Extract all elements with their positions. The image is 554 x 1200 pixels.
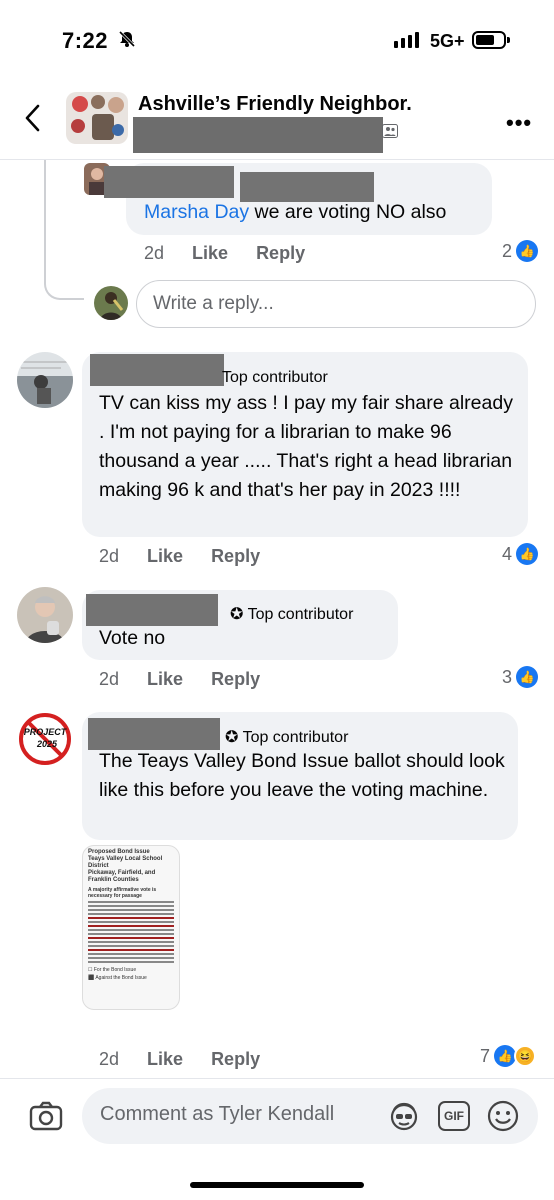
ballot-title: Proposed Bond Issue	[88, 849, 150, 855]
emoji-button[interactable]	[486, 1099, 520, 1138]
thread-line	[44, 160, 84, 300]
like-icon: 👍	[516, 543, 539, 565]
mention-link[interactable]: Marsha Day	[144, 201, 249, 223]
group-avatar[interactable]	[66, 92, 128, 144]
reaction-count[interactable]: 7 👍 😆	[480, 1045, 537, 1067]
reply-button[interactable]: Reply	[211, 669, 260, 689]
reaction-number: 3	[502, 666, 513, 687]
avatar[interactable]	[17, 587, 73, 643]
chevron-left-icon	[25, 104, 40, 132]
contributor-icon: ✪	[225, 729, 239, 746]
comment-actions: 2d Like Reply	[99, 669, 288, 690]
comment-placeholder: Comment as Tyler Kendall	[100, 1103, 335, 1125]
reply-button[interactable]: Reply	[211, 1049, 260, 1069]
ballot-majority: A majority affirmative vote is necessary…	[88, 887, 157, 899]
camera-icon	[29, 1101, 63, 1131]
reply-input[interactable]: Write a reply...	[136, 280, 536, 328]
reply-button[interactable]: Reply	[211, 546, 260, 566]
people-icon	[382, 124, 398, 141]
status-bar: 7:22 5G+	[0, 0, 554, 80]
smiley-icon	[487, 1100, 519, 1132]
group-title[interactable]: Ashville’s Friendly Neighbor.	[138, 93, 412, 116]
haha-icon: 😆	[514, 1045, 537, 1067]
reply-text: Marsha Day we are voting NO also	[144, 201, 447, 223]
ballot-image[interactable]: Proposed Bond Issue Teays Valley Local S…	[82, 845, 180, 1010]
reaction-count[interactable]: 4 👍	[502, 543, 539, 565]
top-contributor-badge: ✪ Top contributor	[225, 729, 349, 746]
like-icon: 👍	[516, 666, 539, 688]
redacted-subtitle	[133, 117, 383, 153]
avatar[interactable]	[17, 352, 73, 408]
reaction-number: 7	[480, 1045, 491, 1066]
gif-button[interactable]: GIF	[438, 1101, 470, 1131]
timestamp: 2d	[99, 1049, 120, 1069]
reply-button[interactable]: Reply	[256, 243, 305, 263]
signal-icon	[394, 32, 419, 48]
top-contributor-badge: ✪ Top contributor	[230, 606, 354, 623]
avatar-sticker-button[interactable]	[388, 1100, 420, 1137]
muted-bell-icon	[118, 30, 136, 53]
timestamp: 2d	[99, 546, 120, 566]
like-button[interactable]: Like	[147, 546, 183, 566]
comment-actions: 2d Like Reply	[99, 546, 288, 567]
like-icon: 👍	[494, 1045, 517, 1067]
redacted-name	[86, 594, 218, 626]
clock: 7:22	[62, 28, 109, 53]
reaction-number: 4	[502, 543, 513, 564]
more-options-button[interactable]: •••	[506, 110, 532, 136]
comment-text: TV can kiss my ass ! I pay my fair share…	[99, 392, 513, 501]
back-button[interactable]	[18, 98, 48, 138]
my-avatar	[94, 286, 128, 320]
timestamp: 2d	[144, 243, 165, 263]
redacted-name	[90, 354, 224, 386]
ballot-counties: Pickaway, Fairfield, and Franklin Counti…	[88, 870, 156, 883]
like-button[interactable]: Like	[147, 669, 183, 689]
avatar-sticker-icon	[390, 1102, 418, 1131]
gif-label: GIF	[444, 1109, 464, 1123]
reaction-count[interactable]: 2 👍	[502, 240, 539, 262]
home-indicator	[190, 1182, 364, 1188]
ballot-option-against: Against the Bond Issue	[95, 975, 147, 981]
timestamp: 2d	[99, 669, 120, 689]
reaction-number: 2	[502, 240, 513, 261]
comment-text: Vote no	[99, 627, 166, 649]
redacted-name	[88, 718, 220, 750]
like-icon: 👍	[516, 240, 539, 262]
contributor-icon: ✪	[230, 606, 244, 623]
battery-icon	[472, 31, 510, 49]
reaction-count[interactable]: 3 👍	[502, 666, 539, 688]
like-button[interactable]: Like	[147, 1049, 183, 1069]
avatar-text: 2025	[36, 739, 58, 749]
comment-actions: 2d Like Reply	[144, 243, 333, 264]
comment-actions: 2d Like Reply	[99, 1049, 288, 1070]
network-label: 5G+	[430, 31, 465, 51]
redacted-name	[104, 166, 234, 198]
ballot-district: Teays Valley Local School District	[88, 856, 163, 869]
avatar-text: PROJECT	[24, 727, 68, 737]
comment-text: The Teays Valley Bond Issue ballot shoul…	[99, 750, 505, 801]
like-button[interactable]: Like	[192, 243, 228, 263]
top-contributor-badge: Top contributor	[222, 369, 328, 386]
camera-button[interactable]	[28, 1098, 64, 1134]
ballot-option-for: For the Bond Issue	[93, 967, 137, 973]
avatar[interactable]: PROJECT 2025	[17, 711, 73, 767]
